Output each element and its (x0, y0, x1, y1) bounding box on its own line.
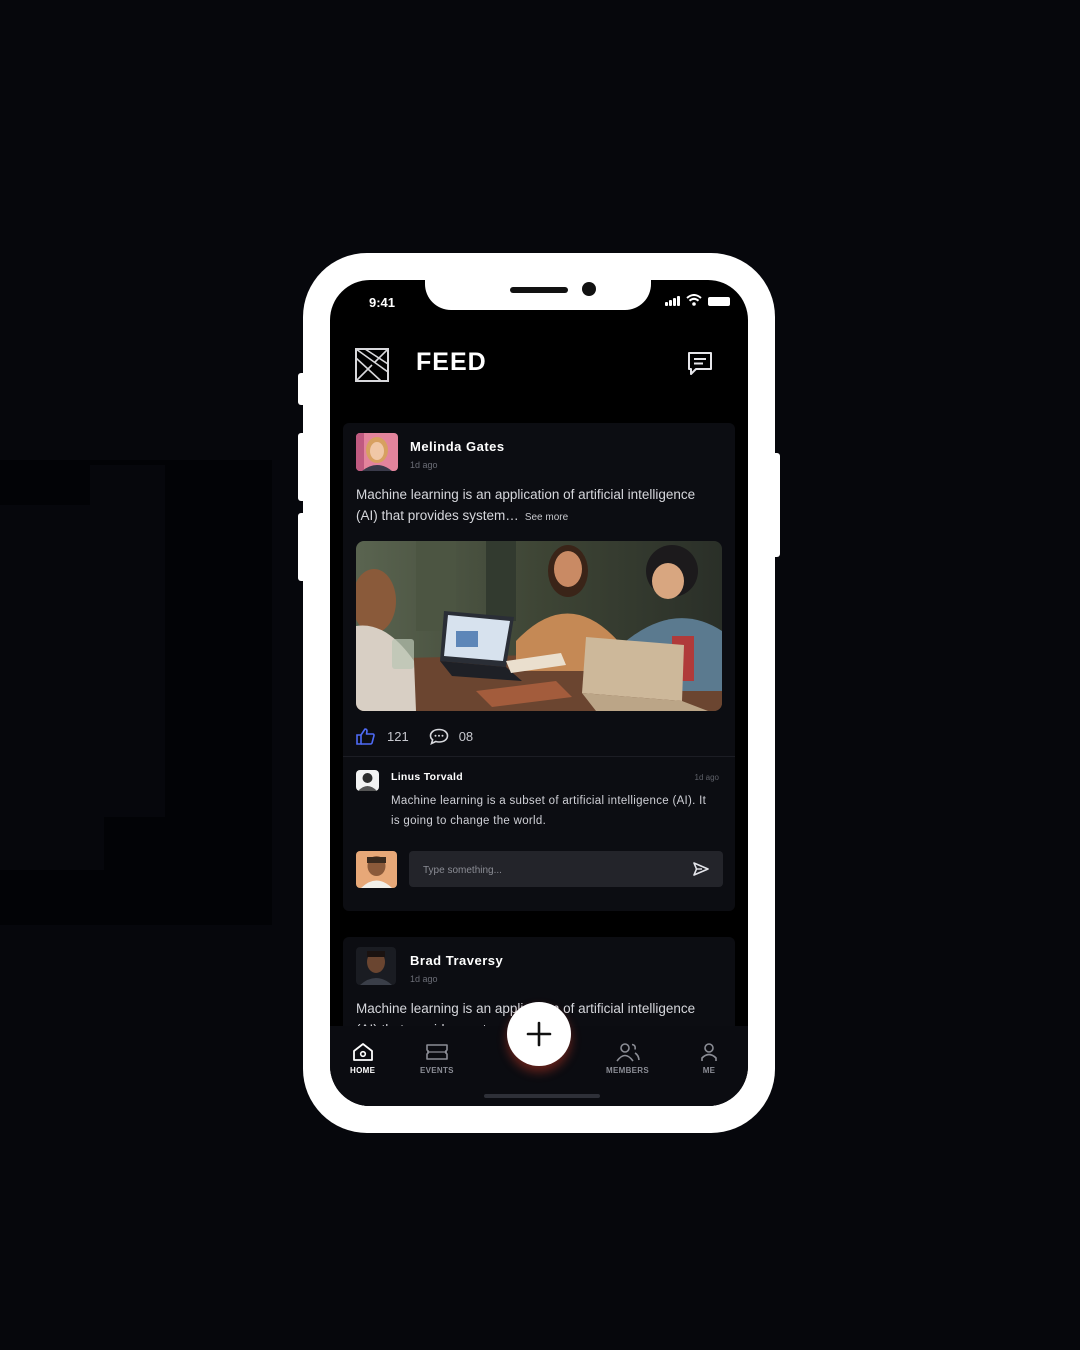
nav-label: ME (702, 1066, 716, 1075)
camera (582, 282, 596, 296)
chat-icon[interactable] (686, 351, 714, 377)
phone-screen: 9:41 FEED Melinda Gates 1d ago Machine l… (330, 280, 748, 1106)
nav-label: MEMBERS (606, 1066, 649, 1075)
post-author[interactable]: Brad Traversy (410, 953, 503, 968)
like-icon[interactable] (356, 728, 375, 745)
comment-count: 08 (458, 729, 474, 744)
post-time: 1d ago (410, 460, 438, 470)
phone-side-button (298, 373, 306, 405)
notch (425, 280, 651, 310)
comment-time: 1d ago (694, 773, 719, 782)
post-author[interactable]: Melinda Gates (410, 439, 505, 454)
post-card: Melinda Gates 1d ago Machine learning is… (343, 423, 735, 911)
author-avatar[interactable] (356, 947, 396, 985)
add-post-button[interactable] (507, 1002, 571, 1066)
speaker (510, 287, 568, 293)
ticket-icon (426, 1044, 448, 1060)
reaction-row: 121 08 (356, 728, 473, 745)
signal-icon (665, 296, 680, 306)
home-indicator (484, 1094, 600, 1098)
profile-icon (701, 1043, 717, 1061)
nav-label: EVENTS (420, 1066, 454, 1075)
comment-author[interactable]: Linus Torvald (391, 771, 463, 783)
phone-frame: 9:41 FEED Melinda Gates 1d ago Machine l… (298, 253, 780, 1133)
divider (343, 756, 735, 757)
see-more-link[interactable]: See more (525, 512, 568, 523)
members-icon (615, 1043, 640, 1062)
comment-input[interactable] (421, 851, 675, 889)
post-text: Machine learning is an application of ar… (356, 484, 706, 528)
wifi-icon (686, 294, 702, 306)
post-image[interactable] (356, 541, 722, 711)
nav-events[interactable]: EVENTS (420, 1042, 454, 1075)
like-count: 121 (387, 729, 409, 744)
phone-side-button (298, 513, 306, 581)
plus-icon (526, 1021, 552, 1047)
commenter-avatar[interactable] (356, 770, 379, 791)
status-time: 9:41 (369, 295, 396, 310)
app-logo-icon[interactable] (355, 348, 389, 382)
phone-side-button (772, 453, 780, 557)
nav-home[interactable]: HOME (350, 1042, 375, 1075)
home-icon (352, 1043, 373, 1061)
phone-side-button (298, 433, 306, 501)
battery-icon (708, 297, 730, 306)
comment-icon[interactable] (429, 728, 449, 745)
post-time: 1d ago (410, 974, 438, 984)
nav-members[interactable]: MEMBERS (606, 1042, 649, 1075)
author-avatar[interactable] (356, 433, 398, 471)
current-user-avatar[interactable] (356, 851, 397, 888)
comment-text: Machine learning is a subset of artifici… (391, 795, 707, 827)
nav-label: HOME (350, 1066, 376, 1075)
status-icons (665, 294, 730, 306)
background-shape (0, 505, 104, 870)
page-title: FEED (416, 348, 487, 376)
send-icon[interactable] (693, 862, 709, 876)
comment-compose (409, 851, 723, 889)
nav-me[interactable]: ME (699, 1042, 719, 1075)
